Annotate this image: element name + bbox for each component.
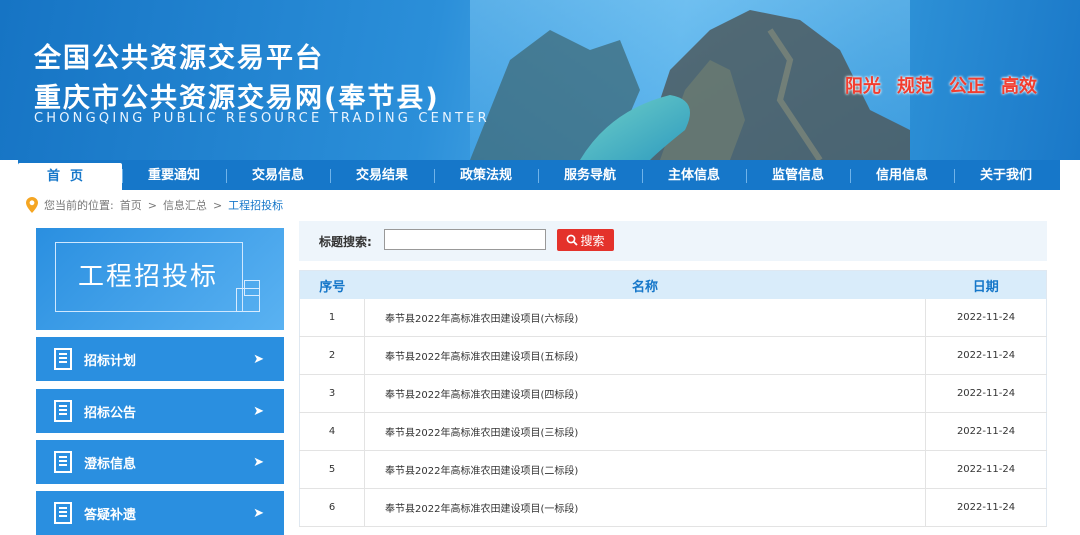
row-date: 2022-11-24 — [925, 450, 1047, 489]
document-icon — [54, 400, 72, 422]
nav-item-trade-info[interactable]: 交易信息 — [226, 160, 330, 190]
sidebar-item-label: 招标公告 — [84, 405, 137, 421]
header-banner: 全国公共资源交易平台 重庆市公共资源交易网(奉节县) CHONGQING PUB… — [0, 0, 1080, 160]
sidebar-item-bid-notice[interactable]: 招标公告 ➤ — [36, 389, 284, 433]
table-row[interactable]: 3 奉节县2022年高标准农田建设项目(四标段) 2022-11-24 — [299, 374, 1047, 413]
column-header-number: 序号 — [299, 270, 365, 299]
row-title-link[interactable]: 奉节县2022年高标准农田建设项目(四标段) — [364, 374, 926, 413]
row-number: 1 — [299, 299, 365, 337]
row-title-link[interactable]: 奉节县2022年高标准农田建设项目(六标段) — [364, 299, 926, 337]
arrow-right-icon: ➤ — [253, 403, 264, 419]
nav-item-home[interactable]: 首页 — [18, 163, 122, 190]
row-date: 2022-11-24 — [925, 336, 1047, 375]
main-nav: 首页 重要通知 交易信息 交易结果 政策法规 服务导航 主体信息 监管信息 信用… — [18, 160, 1060, 190]
row-title-link[interactable]: 奉节县2022年高标准农田建设项目(五标段) — [364, 336, 926, 375]
breadcrumb-home[interactable]: 首页 — [120, 197, 142, 213]
row-date: 2022-11-24 — [925, 412, 1047, 451]
slogan: 阳光 — [845, 76, 881, 97]
platform-title: 全国公共资源交易平台 — [34, 43, 324, 74]
breadcrumb: 您当前的位置: 首页 > 信息汇总 > 工程招投标 — [26, 197, 283, 213]
arrow-right-icon: ➤ — [253, 454, 264, 470]
table-row[interactable]: 2 奉节县2022年高标准农田建设项目(五标段) 2022-11-24 — [299, 336, 1047, 375]
row-title-link[interactable]: 奉节县2022年高标准农田建设项目(三标段) — [364, 412, 926, 451]
row-number: 5 — [299, 450, 365, 489]
row-number: 6 — [299, 488, 365, 527]
row-number: 4 — [299, 412, 365, 451]
row-title-link[interactable]: 奉节县2022年高标准农田建设项目(一标段) — [364, 488, 926, 527]
breadcrumb-prefix: 您当前的位置: — [44, 199, 114, 212]
sidebar-item-bid-plan[interactable]: 招标计划 ➤ — [36, 337, 284, 381]
sidebar-item-qa-addendum[interactable]: 答疑补遗 ➤ — [36, 491, 284, 535]
nav-item-credit-info[interactable]: 信用信息 — [850, 160, 954, 190]
gorge-scenery-image — [470, 0, 910, 160]
document-icon — [54, 502, 72, 524]
row-title-link[interactable]: 奉节县2022年高标准农田建设项目(二标段) — [364, 450, 926, 489]
slogan: 规范 — [897, 76, 933, 97]
slogan: 高效 — [1001, 76, 1037, 97]
nav-item-about[interactable]: 关于我们 — [954, 160, 1058, 190]
column-header-date: 日期 — [925, 270, 1047, 299]
table-header-row: 序号 名称 日期 — [299, 270, 1047, 299]
table-row[interactable]: 1 奉节县2022年高标准农田建设项目(六标段) 2022-11-24 — [299, 299, 1047, 337]
table-row[interactable]: 4 奉节县2022年高标准农田建设项目(三标段) 2022-11-24 — [299, 412, 1047, 451]
search-icon — [567, 234, 579, 246]
site-title: 重庆市公共资源交易网(奉节县) — [34, 83, 440, 114]
slogan: 公正 — [949, 76, 985, 97]
sidebar-title-panel: 工程招投标 — [36, 228, 284, 330]
search-input[interactable] — [384, 229, 546, 250]
sidebar-item-clarification[interactable]: 澄标信息 ➤ — [36, 440, 284, 484]
sidebar-item-label: 答疑补遗 — [84, 507, 137, 523]
document-icon — [54, 451, 72, 473]
nav-item-supervision[interactable]: 监管信息 — [746, 160, 850, 190]
nav-item-service-guide[interactable]: 服务导航 — [538, 160, 642, 190]
search-label: 标题搜索: — [319, 235, 372, 249]
row-date: 2022-11-24 — [925, 488, 1047, 527]
search-button[interactable]: 搜索 — [557, 229, 614, 251]
site-title-english: CHONGQING PUBLIC RESOURCE TRADING CENTER — [34, 111, 490, 126]
nav-item-trade-results[interactable]: 交易结果 — [330, 160, 434, 190]
location-pin-icon — [26, 197, 38, 213]
sidebar-title: 工程招投标 — [77, 262, 218, 292]
row-date: 2022-11-24 — [925, 299, 1047, 337]
breadcrumb-info-summary[interactable]: 信息汇总 — [163, 197, 207, 213]
row-number: 2 — [299, 336, 365, 375]
breadcrumb-separator: > — [147, 198, 157, 212]
slogans: 阳光 规范 公正 高效 — [845, 72, 1037, 98]
arrow-right-icon: ➤ — [253, 351, 264, 367]
breadcrumb-current[interactable]: 工程招投标 — [228, 197, 283, 213]
document-icon — [54, 348, 72, 370]
table-row[interactable]: 5 奉节县2022年高标准农田建设项目(二标段) 2022-11-24 — [299, 450, 1047, 489]
results-table: 序号 名称 日期 1 奉节县2022年高标准农田建设项目(六标段) 2022-1… — [299, 270, 1047, 527]
search-button-label: 搜索 — [580, 233, 605, 248]
row-number: 3 — [299, 374, 365, 413]
sidebar-item-label: 澄标信息 — [84, 456, 137, 472]
nav-item-policies[interactable]: 政策法规 — [434, 160, 538, 190]
nav-item-notices[interactable]: 重要通知 — [122, 160, 226, 190]
nav-item-entity-info[interactable]: 主体信息 — [642, 160, 746, 190]
row-date: 2022-11-24 — [925, 374, 1047, 413]
breadcrumb-separator: > — [212, 198, 223, 212]
sidebar-item-label: 招标计划 — [84, 353, 137, 369]
search-bar: 标题搜索: 搜索 — [299, 221, 1047, 261]
arrow-right-icon: ➤ — [253, 505, 264, 521]
table-row[interactable]: 6 奉节县2022年高标准农田建设项目(一标段) 2022-11-24 — [299, 488, 1047, 527]
column-header-name: 名称 — [364, 270, 926, 299]
